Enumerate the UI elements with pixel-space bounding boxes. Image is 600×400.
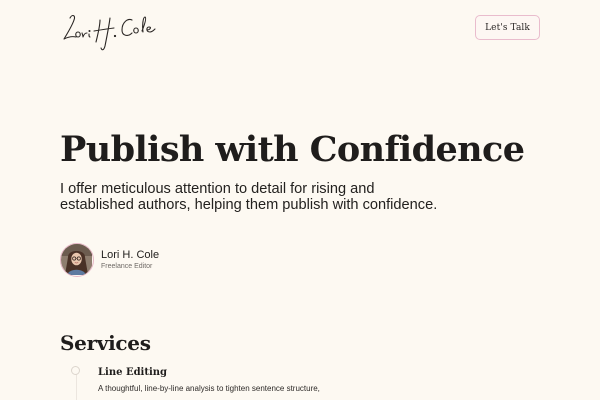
author-text: Lori H. Cole Freelance Editor	[101, 249, 159, 272]
avatar	[60, 243, 94, 277]
services-heading: Services	[60, 331, 151, 355]
author-name: Lori H. Cole	[101, 248, 160, 261]
hero-subtitle: I offer meticulous attention to detail f…	[60, 181, 438, 213]
author-photo-icon	[61, 244, 92, 275]
page: Lori H. Cole Let's Talk Publish with Con…	[0, 0, 600, 400]
hero-title: Publish with Confidence	[60, 129, 525, 170]
signature-logo-icon	[63, 15, 156, 51]
timeline-line	[76, 372, 77, 400]
logo[interactable]: Lori H. Cole	[58, 6, 168, 54]
author-block: Lori H. Cole Freelance Editor	[60, 243, 159, 277]
author-role: Freelance Editor	[101, 262, 153, 270]
service-title: Line Editing	[98, 367, 168, 378]
service-description: A thoughtful, line-by-line analysis to t…	[98, 384, 320, 393]
lets-talk-button[interactable]: Let's Talk	[475, 15, 540, 40]
circle-icon	[71, 366, 80, 375]
logo-text: Lori H. Cole	[58, 54, 59, 55]
